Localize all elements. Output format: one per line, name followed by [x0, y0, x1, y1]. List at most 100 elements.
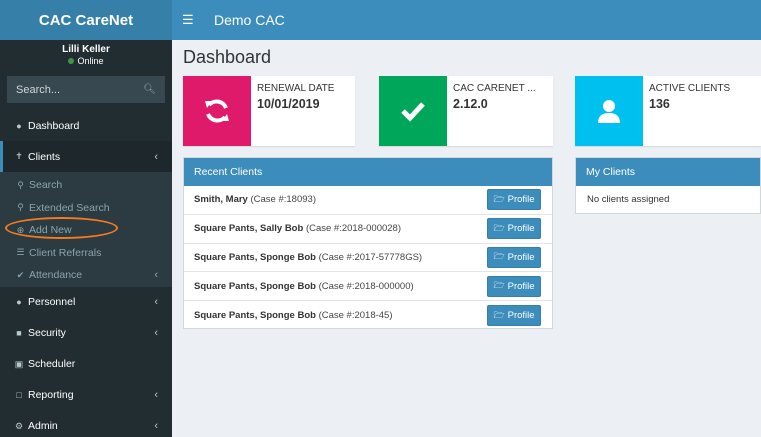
sidebar-subitem-label: Search: [29, 179, 63, 192]
list-icon: ☰: [16, 247, 25, 258]
client-name: Square Pants, Sponge Bob: [194, 310, 316, 322]
chevron-left-icon: ‹: [154, 296, 158, 308]
gears-icon: ⚙: [14, 420, 24, 431]
folder-open-icon: 🗁︎: [493, 251, 505, 262]
chevron-left-icon: ‹: [154, 269, 158, 282]
user-status: Online: [0, 56, 172, 66]
sidebar-item-dashboard[interactable]: ● Dashboard: [0, 110, 172, 141]
client-case: (Case #:2018-45): [318, 310, 393, 322]
recent-clients-list: Smith, Mary (Case #:18093) 🗁︎ Profile Squ…: [184, 186, 552, 330]
list-item: Square Pants, Sponge Bob (Case #:2018-45…: [184, 301, 552, 330]
brand-logo[interactable]: CAC CareNet: [0, 0, 172, 40]
sidebar-subitem-client-referrals[interactable]: ☰ Client Referrals: [0, 242, 172, 265]
clients-icon: ✝: [15, 151, 23, 161]
sidebar-subitem-label: Client Referrals: [29, 246, 102, 259]
sidebar-item-security[interactable]: ■ Security ‹: [0, 318, 172, 349]
sidebar-subitem-label: Add New: [29, 224, 72, 237]
infobox-active-clients: ACTIVE CLIENTS 136: [575, 76, 761, 146]
recent-clients-title: Recent Clients: [184, 158, 552, 186]
list-item: Square Pants, Sally Bob (Case #:2018-000…: [184, 215, 552, 244]
online-status-icon: [68, 58, 75, 64]
sidebar-item-label: Security: [28, 327, 66, 339]
client-name: Square Pants, Sponge Bob: [194, 280, 316, 292]
person-icon: ●: [16, 297, 22, 307]
main-content: Dashboard RENEWAL DATE 10/01/2019 CAC CA…: [172, 40, 761, 437]
user-panel: Lilli Keller Online: [0, 40, 172, 72]
sidebar: CAC CareNet Lilli Keller Online 🔍︎ ● Das…: [0, 0, 172, 437]
list-item: Square Pants, Sponge Bob (Case #:2018-00…: [184, 272, 552, 302]
infobox-version: CAC CARENET ... 2.12.0: [379, 76, 553, 146]
chevron-left-icon: ‹: [154, 150, 158, 163]
client-name: Square Pants, Sponge Bob: [194, 251, 316, 263]
profile-button-label: Profile: [507, 223, 535, 235]
sidebar-item-clients[interactable]: ✝ Clients ‹: [0, 141, 172, 172]
profile-button[interactable]: 🗁︎ Profile: [487, 218, 541, 240]
menu-toggle-icon[interactable]: ☰: [182, 12, 198, 28]
client-name: Smith, Mary: [194, 194, 248, 206]
sidebar-item-label: Admin: [28, 420, 58, 432]
lock-icon: ■: [16, 328, 22, 338]
dashboard-icon: ●: [16, 120, 22, 131]
sidebar-item-reporting[interactable]: □ Reporting ‹: [0, 380, 172, 411]
client-case: (Case #:2018-000000): [318, 280, 414, 292]
sidebar-subitem-label: Attendance: [29, 269, 83, 282]
folder-open-icon: 🗁︎: [493, 309, 505, 320]
my-clients-title: My Clients: [576, 158, 760, 186]
profile-button-label: Profile: [507, 194, 535, 206]
sidebar-subitem-extended-search[interactable]: ⚲ Extended Search: [0, 197, 172, 220]
sidebar-item-scheduler[interactable]: ▣ Scheduler: [0, 349, 172, 380]
list-item: Smith, Mary (Case #:18093) 🗁︎ Profile: [184, 186, 552, 215]
client-name: Square Pants, Sally Bob: [194, 223, 304, 235]
chevron-left-icon: ‹: [154, 327, 158, 339]
user-status-text: Online: [77, 56, 104, 66]
sidebar-item-label: Scheduler: [28, 358, 76, 370]
profile-button-label: Profile: [507, 280, 535, 292]
recent-clients-panel: Recent Clients Smith, Mary (Case #:18093…: [183, 157, 553, 329]
sidebar-search: 🔍︎: [7, 76, 165, 103]
chevron-left-icon: ‹: [154, 389, 158, 401]
client-case: (Case #:2017-57778GS): [318, 251, 423, 263]
profile-button[interactable]: 🗁︎ Profile: [487, 275, 541, 297]
infobox-value: 10/01/2019: [257, 97, 320, 111]
my-clients-empty: No clients assigned: [587, 194, 670, 205]
sidebar-item-label: Clients: [28, 150, 61, 163]
search-input[interactable]: [16, 83, 136, 96]
refresh-icon: [183, 76, 251, 146]
search-icon: ⚲: [17, 202, 24, 213]
user-icon: [575, 76, 643, 146]
folder-open-icon: 🗁︎: [493, 193, 505, 204]
plus-circle-icon: ⊕: [16, 224, 25, 235]
sidebar-menu: ● Dashboard ✝ Clients ‹ ⚲ Search ⚲ Exten…: [0, 110, 172, 437]
sidebar-item-label: Dashboard: [28, 119, 80, 132]
sidebar-item-label: Personnel: [28, 296, 76, 308]
header-title: Demo CAC: [214, 12, 285, 28]
clients-submenu: ⚲ Search ⚲ Extended Search ⊕ Add New ☰ C…: [0, 172, 172, 287]
profile-button-label: Profile: [507, 310, 535, 322]
search-icon: ⚲: [17, 179, 24, 190]
client-case: (Case #:2018-000028): [305, 223, 402, 235]
profile-button[interactable]: 🗁︎ Profile: [487, 305, 541, 327]
sidebar-subitem-add-new[interactable]: ⊕ Add New: [0, 219, 172, 242]
sidebar-subitem-label: Extended Search: [29, 201, 110, 214]
infobox-label: RENEWAL DATE: [257, 83, 335, 94]
my-clients-panel: My Clients No clients assigned: [575, 157, 761, 214]
client-case: (Case #:18093): [250, 194, 316, 206]
folder-open-icon: 🗁︎: [493, 222, 505, 233]
infobox-label: ACTIVE CLIENTS: [649, 83, 731, 94]
profile-button[interactable]: 🗁︎ Profile: [487, 189, 541, 211]
sidebar-item-personnel[interactable]: ● Personnel ‹: [0, 287, 172, 318]
profile-button-label: Profile: [507, 251, 535, 263]
infobox-value: 2.12.0: [453, 97, 488, 111]
list-item: Square Pants, Sponge Bob (Case #:2017-57…: [184, 244, 552, 273]
infobox-value: 136: [649, 97, 670, 111]
sidebar-item-admin[interactable]: ⚙ Admin ‹: [0, 411, 172, 437]
infobox-renewal-date: RENEWAL DATE 10/01/2019: [183, 76, 355, 146]
profile-button[interactable]: 🗁︎ Profile: [487, 246, 541, 268]
check-icon: [379, 76, 447, 146]
infobox-label: CAC CARENET ...: [453, 83, 536, 94]
folder-open-icon: 🗁︎: [493, 280, 505, 291]
search-icon[interactable]: 🔍︎: [143, 84, 156, 95]
top-header: ☰ Demo CAC: [172, 0, 761, 40]
sidebar-subitem-attendance[interactable]: ✔ Attendance ‹: [0, 264, 172, 287]
sidebar-subitem-search[interactable]: ⚲ Search: [0, 174, 172, 197]
